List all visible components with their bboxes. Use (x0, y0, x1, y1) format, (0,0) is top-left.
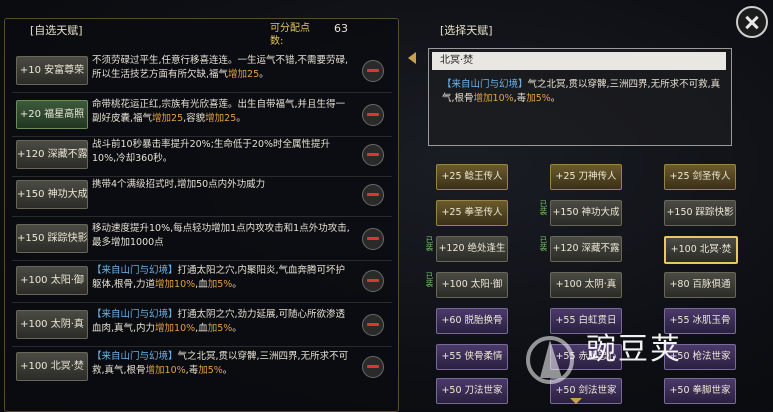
talent-tag[interactable]: +100 北冥·焚 (16, 352, 88, 381)
talent-option[interactable]: +120 绝处逢生 (436, 236, 508, 262)
row-divider (12, 92, 392, 93)
talent-row: +100 太阳·御 【来自山门与幻境】打通太阳之穴,内聚阳炎,气血奔腾可坏护躯体,… (12, 262, 392, 300)
talent-source: 【来自山门与幻境】 (92, 309, 178, 320)
talent-option[interactable]: +150 神功大成 (550, 200, 622, 226)
row-divider (12, 216, 392, 217)
talent-tag[interactable]: +100 太阳·御 (16, 266, 88, 295)
talent-option[interactable]: +80 百脉俱通 (664, 272, 736, 298)
talent-row: +100 太阴·真 【来自山门与幻境】打通太阴之穴,劲力延展,可随心所欲渗透血肉,… (12, 306, 392, 344)
remove-talent-button[interactable] (362, 104, 384, 126)
talent-description: 移动速度提升10%,每点轻功增加1点内攻攻击和1点外功攻击,最多增加1000点 (92, 223, 350, 248)
talent-description: 【来自山门与幻境】气之北冥,贯以穿髀,三洲四界,无所求不可救,真气,根骨增加10… (92, 351, 349, 376)
talent-option[interactable]: +25 刀神传人 (550, 164, 622, 190)
points-value: 63 (334, 22, 348, 35)
talent-description: 携带4个满级招式时,增加50点内外功威力 (92, 179, 266, 190)
left-panel-title: [自选天赋] (30, 24, 83, 37)
talent-option[interactable]: +100 太阴·真 (550, 272, 622, 298)
row-divider (12, 346, 392, 347)
talent-row: +150 踩踪快影 移动速度提升10%,每点轻功增加1点内攻攻击和1点外功攻击,最… (12, 220, 392, 258)
talent-option[interactable]: +150 踩踪快影 (664, 200, 736, 226)
equipped-badge: 已装 (425, 236, 434, 251)
collapse-arrow-icon[interactable] (408, 52, 416, 64)
talent-option[interactable]: +120 深藏不露 (550, 236, 622, 262)
talent-option[interactable]: +55 侠骨柔情 (436, 344, 508, 370)
right-panel-title: [选择天赋] (440, 24, 493, 37)
talent-description: 【来自山门与幻境】打通太阳之穴,内聚阳炎,气血奔腾可坏护躯体,根骨,力道增加10… (92, 265, 346, 290)
talent-source: 【来自山门与幻境】 (92, 265, 178, 276)
talent-tag[interactable]: +10 安富尊荣 (16, 56, 88, 85)
remove-talent-button[interactable] (362, 144, 384, 166)
equipped-badge: 已装 (539, 236, 548, 251)
talent-option[interactable]: +100 北冥·焚 (664, 236, 738, 264)
equipped-badge: 已装 (425, 272, 434, 287)
row-divider (12, 302, 392, 303)
talent-tag[interactable]: +150 踩踪快影 (16, 224, 88, 253)
row-divider (12, 260, 392, 261)
remove-talent-button[interactable] (362, 228, 384, 250)
remove-talent-button[interactable] (362, 60, 384, 82)
talent-row: +120 深藏不露 战斗前10秒暴击率提升20%;生命低于20%时全属性提升10%… (12, 136, 392, 174)
remove-talent-button[interactable] (362, 184, 384, 206)
talent-source: 【来自山门与幻境】 (92, 351, 178, 362)
points-label: 可分配点数: (270, 23, 310, 47)
detail-source: 【来自山门与幻境】 (442, 79, 528, 90)
remove-talent-button[interactable] (362, 270, 384, 292)
close-icon[interactable] (736, 6, 768, 38)
talent-row: +100 北冥·焚 【来自山门与幻境】气之北冥,贯以穿髀,三洲四界,无所求不可救,… (12, 348, 392, 386)
remove-talent-button[interactable] (362, 314, 384, 336)
talent-tag[interactable]: +150 神功大成 (16, 180, 88, 209)
equipped-badge: 已装 (539, 200, 548, 215)
talent-description: 战斗前10秒暴击率提升20%;生命低于20%时全属性提升10%,冷却360秒。 (92, 139, 331, 164)
talent-detail-text: 【来自山门与幻境】气之北冥,贯以穿髀,三洲四界,无所求不可救,真气,根骨增加10… (442, 79, 721, 104)
talent-option[interactable]: +100 太阳·御 (436, 272, 508, 298)
talent-option[interactable]: +25 鲶王传人 (436, 164, 508, 190)
remove-talent-button[interactable] (362, 356, 384, 378)
talent-description: 命带桃花运正红,宗族有光欣喜莲。出生自带福气,并且生得一副好皮囊,福气增加25,… (92, 99, 346, 124)
talent-option[interactable]: +25 拳圣传人 (436, 200, 508, 226)
talent-tag[interactable]: +120 深藏不露 (16, 140, 88, 169)
talent-row: +150 神功大成 携带4个满级招式时,增加50点内外功威力 (12, 176, 392, 214)
talent-tag[interactable]: +20 福星高照 (16, 100, 88, 129)
talent-row: +10 安富尊荣 不须劳碌过平生,任意行移喜连连。一生运气不错,不需要劳碌,所以生… (12, 52, 392, 90)
talent-tag[interactable]: +100 太阴·真 (16, 310, 88, 339)
talent-option[interactable]: +25 剑圣传人 (664, 164, 736, 190)
talent-description: 不须劳碌过平生,任意行移喜连连。一生运气不错,不需要劳碌,所以生活技艺方面有所欠… (92, 55, 349, 80)
talent-description: 【来自山门与幻境】打通太阴之穴,劲力延展,可随心所欲渗透血肉,真气,内力增加10… (92, 309, 346, 334)
talent-row: +20 福星高照 命带桃花运正红,宗族有光欣喜莲。出生自带福气,并且生得一副好皮囊… (12, 96, 392, 134)
talent-detail-name: 北冥·焚 (432, 52, 726, 70)
talent-option[interactable]: +50 刀法世家 (436, 378, 508, 404)
watermark-text: 豌豆荚 (586, 332, 682, 367)
talent-option[interactable]: +60 脱胎换骨 (436, 308, 508, 334)
